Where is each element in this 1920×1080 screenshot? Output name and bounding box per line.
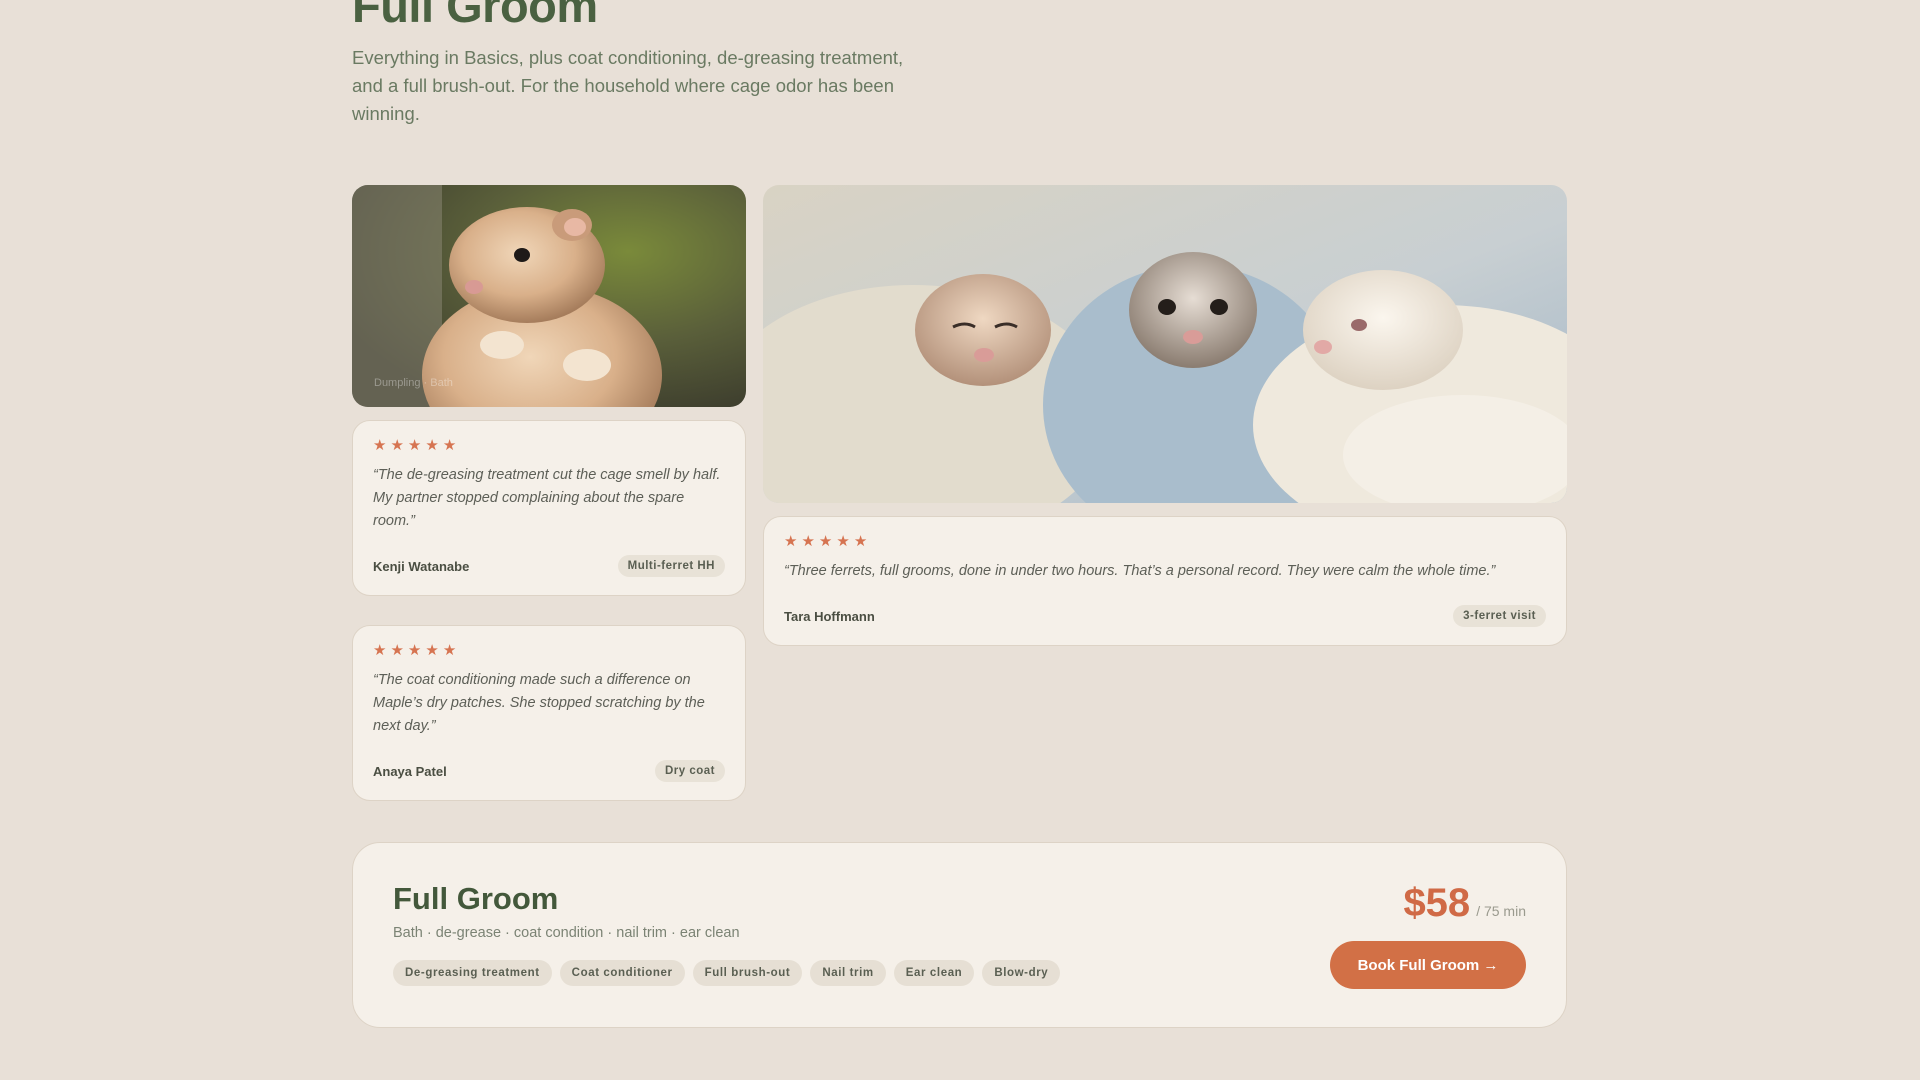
rating-stars: ★ ★ ★ ★ ★ [373,438,725,454]
ferret-photo: Dumpling · Bath [352,185,746,407]
feature-list: De-greasing treatment Coat conditioner F… [393,960,1061,986]
star-icon: ★ [818,533,833,550]
page-title: Full Groom [352,0,598,32]
testimonial-quote: “The de-greasing treatment cut the cage … [373,467,721,529]
testimonial-tag: Multi-ferret HH [617,555,725,577]
photo-caption: Dumpling · Bath [374,377,453,389]
package-subtitle: Bath · de-grease · coat condition · nail… [393,925,740,941]
rating-stars: ★ ★ ★ ★ ★ [784,534,1546,550]
star-icon: ★ [407,642,422,659]
feature-chip: Full brush-out [692,960,803,986]
star-icon: ★ [425,437,439,454]
star-icon: ★ [407,437,422,454]
star-icon: ★ [425,642,439,659]
star-icon: ★ [853,533,868,550]
star-icon: ★ [784,533,798,550]
feature-chip: Ear clean [893,960,975,986]
testimonial-tag: Dry coat [654,760,725,782]
testimonial-card: ★ ★ ★ ★ ★ “The coat conditioning made su… [352,625,746,801]
package-title: Full Groom [393,881,559,916]
star-icon: ★ [442,642,457,659]
rating-stars: ★ ★ ★ ★ ★ [373,643,725,659]
three-ferrets-photo [763,185,1567,503]
price: $58 [1403,881,1471,925]
testimonial-author: Tara Hoffmann [784,608,875,624]
testimonial-card: ★ ★ ★ ★ ★ “Three ferrets, full grooms, d… [763,516,1567,646]
star-icon: ★ [390,642,404,659]
feature-chip: Blow-dry [982,960,1061,986]
star-icon: ★ [373,642,387,659]
testimonial-tag: 3-ferret visit [1453,605,1546,627]
price-block: $58 / 75 min [1403,881,1526,926]
feature-chip: De-greasing treatment [393,960,552,986]
intro-text: Everything in Basics, plus coat conditio… [352,47,904,124]
package-card: Full Groom Bath · de-grease · coat condi… [352,842,1567,1028]
testimonial-card: ★ ★ ★ ★ ★ “The de-greasing treatment cut… [352,420,746,596]
star-icon: ★ [836,533,850,550]
star-icon: ★ [390,437,404,454]
star-icon: ★ [373,437,387,454]
book-full-groom-button[interactable]: Book Full Groom → [1330,941,1526,989]
testimonial-quote: “The coat conditioning made such a diffe… [373,672,705,734]
feature-chip: Coat conditioner [559,960,685,986]
testimonial-quote: “Three ferrets, full grooms, done in und… [784,563,1496,579]
star-icon: ★ [801,533,815,550]
duration: / 75 min [1476,903,1526,919]
testimonial-author: Anaya Patel [373,763,447,779]
testimonial-author: Kenji Watanabe [373,558,470,574]
feature-chip: Nail trim [810,960,886,986]
star-icon: ★ [442,437,457,454]
